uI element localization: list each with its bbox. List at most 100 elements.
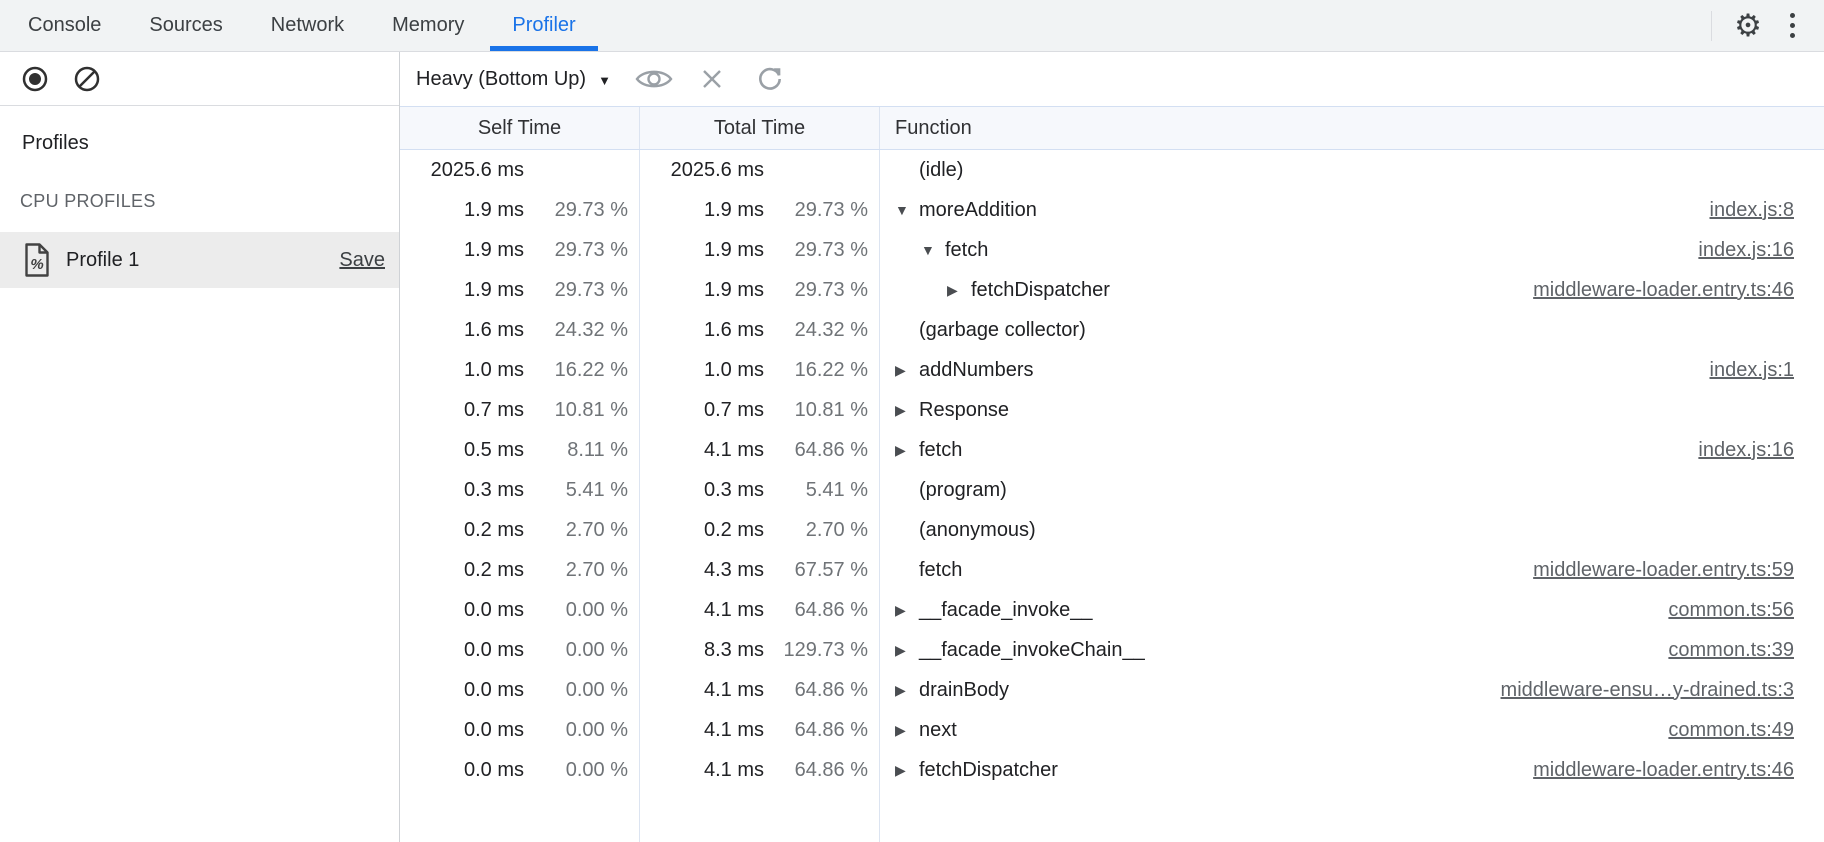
source-link[interactable]: middleware-ensu…y-drained.ts:3 (1501, 679, 1824, 702)
source-link[interactable]: middleware-loader.entry.ts:46 (1533, 279, 1824, 302)
tab-profiler[interactable]: Profiler (488, 0, 599, 51)
table-row[interactable]: 0.2 ms2.70 %0.2 ms2.70 %(anonymous) (400, 510, 1824, 550)
total-time-cell: 4.3 ms67.57 % (640, 550, 880, 590)
settings-gear-button[interactable]: ⚙ (1726, 4, 1770, 48)
profiles-heading: Profiles (22, 132, 399, 155)
function-cell: ▶addNumbersindex.js:1 (880, 350, 1824, 390)
tree-collapsed-arrow-icon[interactable]: ▶ (895, 602, 919, 619)
total-time-value: 1.9 ms (640, 239, 764, 262)
total-time-value: 4.3 ms (640, 559, 764, 582)
total-time-value: 1.0 ms (640, 359, 764, 382)
table-row[interactable]: 0.2 ms2.70 %4.3 ms67.57 %fetchmiddleware… (400, 550, 1824, 590)
table-row[interactable]: 1.9 ms29.73 %1.9 ms29.73 %▼fetchindex.js… (400, 230, 1824, 270)
self-time-cell: 0.3 ms5.41 % (400, 470, 640, 510)
tree-expanded-arrow-icon[interactable]: ▼ (895, 202, 919, 218)
column-header-self-time[interactable]: Self Time (400, 107, 640, 149)
source-link[interactable]: common.ts:49 (1668, 719, 1824, 742)
source-link[interactable]: index.js:16 (1698, 439, 1824, 462)
self-time-percent: 2.70 % (524, 559, 639, 582)
tree-collapsed-arrow-icon[interactable]: ▶ (895, 362, 919, 379)
tree-collapsed-arrow-icon[interactable]: ▶ (895, 762, 919, 779)
table-row[interactable]: 2025.6 ms2025.6 ms(idle) (400, 150, 1824, 190)
profiler-toolbar: Heavy (Bottom Up) ▼ (400, 52, 1824, 106)
table-row[interactable]: 0.5 ms8.11 %4.1 ms64.86 %▶fetchindex.js:… (400, 430, 1824, 470)
self-time-value: 2025.6 ms (400, 159, 524, 182)
function-cell: ▶next common.ts:49 (880, 710, 1824, 750)
table-row[interactable]: 0.0 ms0.00 %4.1 ms64.86 %▶drainBodymiddl… (400, 670, 1824, 710)
self-time-value: 1.9 ms (400, 279, 524, 302)
total-time-cell: 4.1 ms64.86 % (640, 430, 880, 470)
function-cell: ▶Response (880, 390, 1824, 430)
self-time-value: 0.0 ms (400, 719, 524, 742)
function-name: next (919, 719, 957, 742)
column-header-function[interactable]: Function (880, 107, 1824, 149)
table-row[interactable]: 0.7 ms10.81 %0.7 ms10.81 %▶Response (400, 390, 1824, 430)
tree-collapsed-arrow-icon[interactable]: ▶ (895, 442, 919, 459)
function-cell: ▶__facade_invokeChain__common.ts:39 (880, 630, 1824, 670)
total-time-value: 8.3 ms (640, 639, 764, 662)
source-link[interactable]: common.ts:56 (1668, 599, 1824, 622)
focus-selected-button[interactable] (633, 58, 675, 100)
exclude-selected-button[interactable] (691, 58, 733, 100)
tree-collapsed-arrow-icon[interactable]: ▶ (947, 282, 971, 299)
column-header-total-time[interactable]: Total Time (640, 107, 880, 149)
table-row[interactable]: 0.0 ms0.00 %4.1 ms64.86 %▶fetchDispatche… (400, 750, 1824, 790)
devtools-window: ConsoleSourcesNetworkMemoryProfiler ⚙ (0, 0, 1824, 842)
tree-expanded-arrow-icon[interactable]: ▼ (921, 242, 945, 258)
source-link[interactable]: common.ts:39 (1668, 639, 1824, 662)
function-name: (anonymous) (919, 519, 1036, 542)
clear-profiles-button[interactable] (66, 58, 108, 100)
tab-console[interactable]: Console (4, 0, 125, 51)
more-options-button[interactable] (1770, 4, 1814, 48)
tree-collapsed-arrow-icon[interactable]: ▶ (895, 722, 919, 739)
total-time-value: 1.9 ms (640, 279, 764, 302)
source-link[interactable]: middleware-loader.entry.ts:59 (1533, 559, 1824, 582)
source-link[interactable]: middleware-loader.entry.ts:46 (1533, 759, 1824, 782)
function-name: (garbage collector) (919, 319, 1086, 342)
total-time-cell: 4.1 ms64.86 % (640, 710, 880, 750)
self-time-value: 1.0 ms (400, 359, 524, 382)
tab-sources[interactable]: Sources (125, 0, 246, 51)
source-link[interactable]: index.js:8 (1710, 199, 1824, 222)
tab-memory[interactable]: Memory (368, 0, 488, 51)
table-row[interactable]: 1.0 ms16.22 %1.0 ms16.22 %▶addNumbersind… (400, 350, 1824, 390)
total-time-cell: 0.2 ms2.70 % (640, 510, 880, 550)
function-cell: (program) (880, 470, 1824, 510)
tree-collapsed-arrow-icon[interactable]: ▶ (895, 682, 919, 699)
record-profile-button[interactable] (14, 58, 56, 100)
eye-icon (634, 64, 674, 94)
restore-all-button[interactable] (749, 58, 791, 100)
total-time-percent: 24.32 % (764, 319, 879, 342)
function-cell: (garbage collector) (880, 310, 1824, 350)
function-name: fetchDispatcher (919, 759, 1058, 782)
total-time-percent: 29.73 % (764, 279, 879, 302)
self-time-percent: 10.81 % (524, 399, 639, 422)
function-name: moreAddition (919, 199, 1037, 222)
tree-collapsed-arrow-icon[interactable]: ▶ (895, 402, 919, 419)
self-time-percent: 2.70 % (524, 519, 639, 542)
save-profile-link[interactable]: Save (339, 249, 385, 272)
profile-list-item[interactable]: % Profile 1 Save (0, 232, 399, 288)
self-time-cell: 1.6 ms24.32 % (400, 310, 640, 350)
tree-collapsed-arrow-icon[interactable]: ▶ (895, 642, 919, 659)
clear-icon (73, 65, 101, 93)
total-time-cell: 4.1 ms64.86 % (640, 670, 880, 710)
table-row[interactable]: 1.9 ms29.73 %1.9 ms29.73 %▶fetchDispatch… (400, 270, 1824, 310)
table-row[interactable]: 1.9 ms29.73 %1.9 ms29.73 %▼moreAdditioni… (400, 190, 1824, 230)
view-selector-dropdown[interactable]: Heavy (Bottom Up) ▼ (416, 68, 611, 91)
total-time-value: 2025.6 ms (640, 159, 764, 182)
total-time-value: 4.1 ms (640, 679, 764, 702)
table-row[interactable]: 1.6 ms24.32 %1.6 ms24.32 %(garbage colle… (400, 310, 1824, 350)
table-row[interactable]: 0.3 ms5.41 %0.3 ms5.41 %(program) (400, 470, 1824, 510)
self-time-percent: 0.00 % (524, 759, 639, 782)
self-time-cell: 1.9 ms29.73 % (400, 230, 640, 270)
total-time-percent: 2.70 % (764, 519, 879, 542)
table-row[interactable]: 0.0 ms0.00 %8.3 ms129.73 %▶__facade_invo… (400, 630, 1824, 670)
source-link[interactable]: index.js:1 (1710, 359, 1824, 382)
table-row[interactable]: 0.0 ms0.00 %4.1 ms64.86 %▶nextcommon.ts:… (400, 710, 1824, 750)
view-selector-label: Heavy (Bottom Up) (416, 68, 586, 91)
table-row[interactable]: 0.0 ms0.00 %4.1 ms64.86 %▶__facade_invok… (400, 590, 1824, 630)
source-link[interactable]: index.js:16 (1698, 239, 1824, 262)
filler-cell (640, 790, 880, 842)
tab-network[interactable]: Network (247, 0, 368, 51)
